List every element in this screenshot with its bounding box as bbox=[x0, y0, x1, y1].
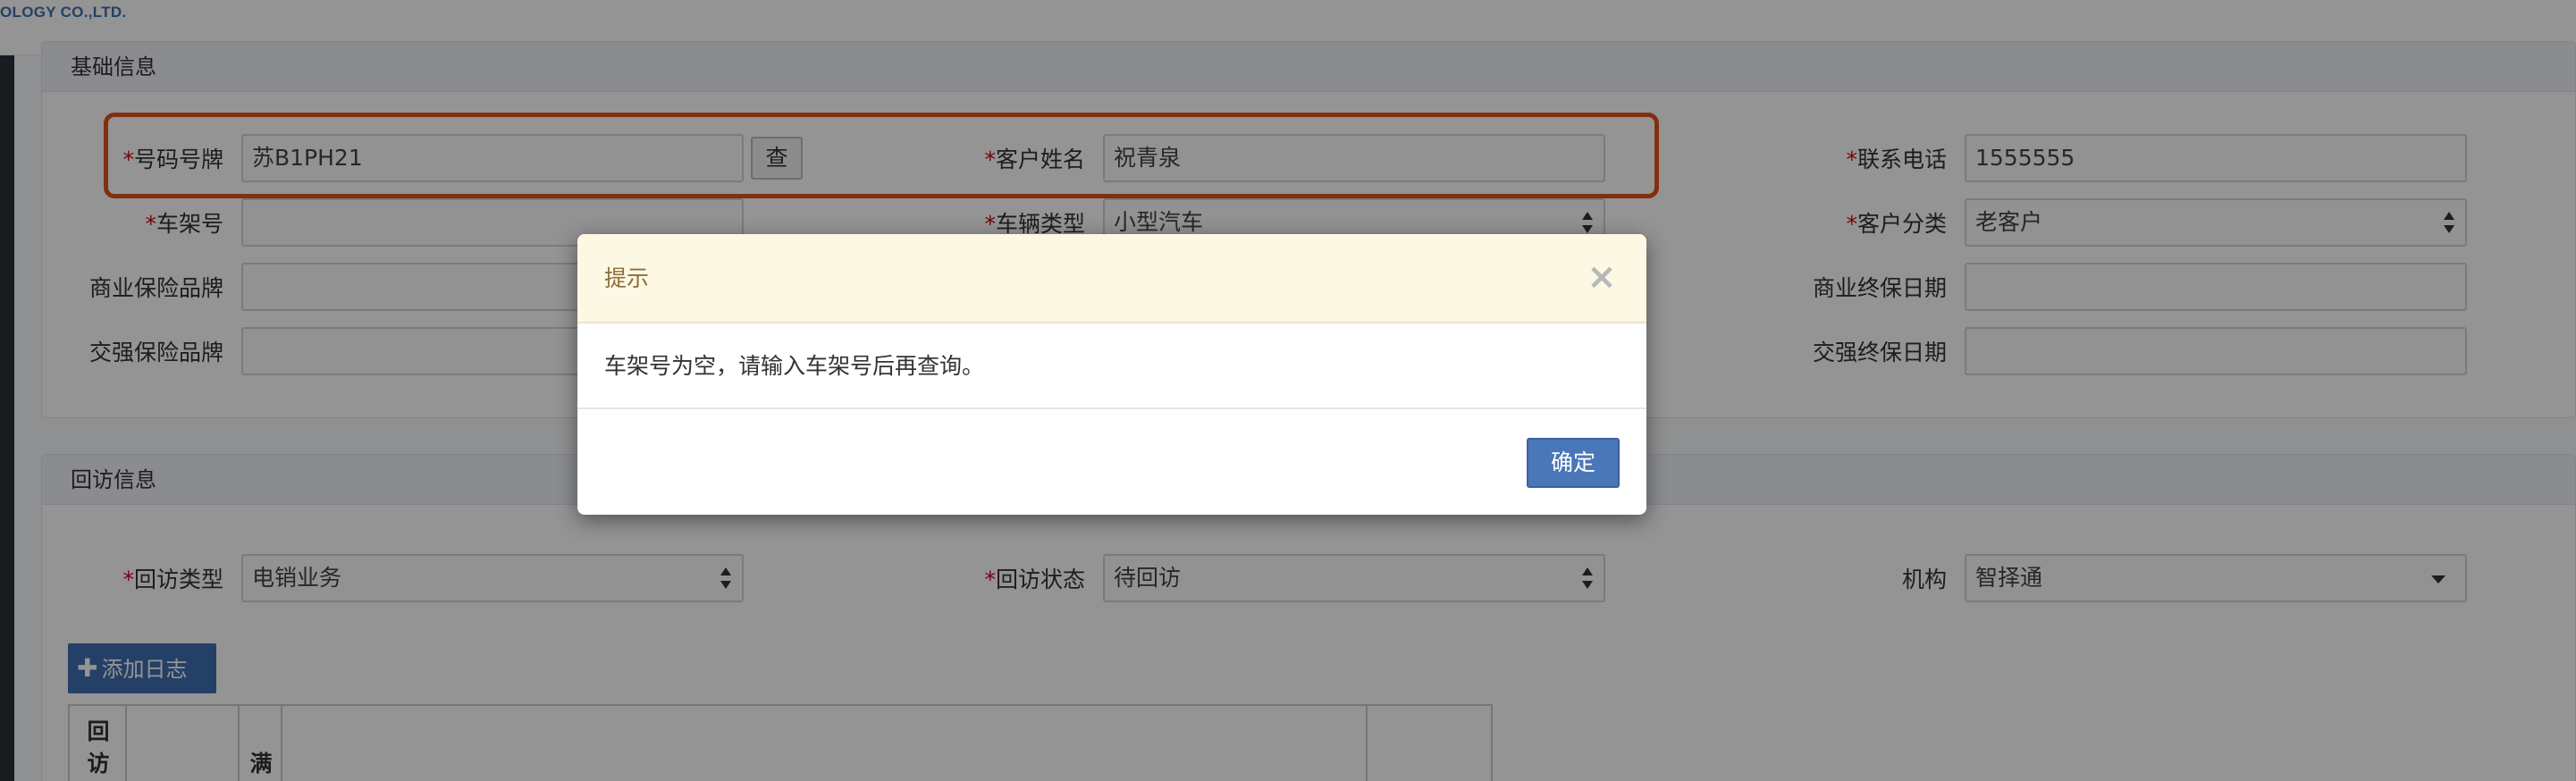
dialog-title: 提示 bbox=[604, 265, 650, 291]
close-icon[interactable]: × bbox=[1584, 259, 1620, 295]
dialog-header: 提示 × bbox=[577, 234, 1646, 323]
dialog-message: 车架号为空，请输入车架号后再查询。 bbox=[604, 353, 985, 379]
app-window: OLOGY CO.,LTD. 基础信息 *号码号牌 苏B1PH21 查 *客户姓… bbox=[0, 0, 2576, 781]
confirm-button[interactable]: 确定 bbox=[1527, 438, 1620, 488]
dialog-body: 车架号为空，请输入车架号后再查询。 bbox=[577, 323, 1646, 409]
dialog-footer: 确定 bbox=[577, 409, 1646, 513]
alert-dialog: 提示 × 车架号为空，请输入车架号后再查询。 确定 bbox=[577, 234, 1646, 515]
